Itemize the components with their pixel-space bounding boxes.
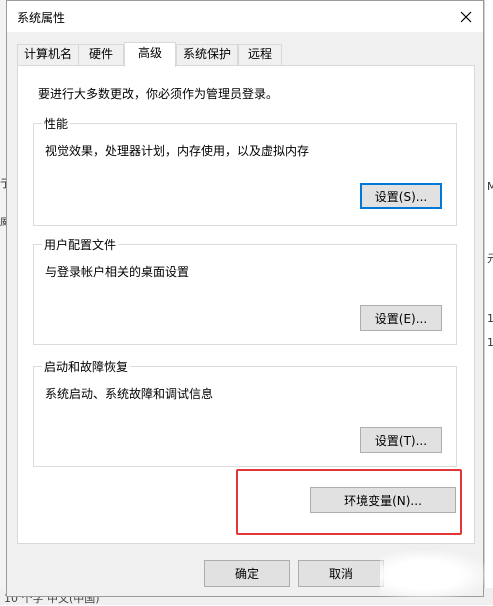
- user-profiles-description: 与登录帐户相关的桌面设置: [45, 265, 190, 279]
- environment-variables-button[interactable]: 环境变量(N)...: [310, 487, 456, 513]
- performance-description: 视觉效果，处理器计划，内存使用，以及虚拟内存: [45, 144, 310, 158]
- background-window-right-edge: [484, 0, 493, 605]
- performance-group: 性能 视觉效果，处理器计划，内存使用，以及虚拟内存 设置(S)...: [33, 115, 457, 226]
- tab-computer-name[interactable]: 计算机名: [17, 44, 79, 65]
- background-text: 14: [487, 312, 493, 325]
- close-icon: [460, 11, 472, 22]
- startup-recovery-group: 启动和故障恢复 系统启动、系统故障和调试信息 设置(T)...: [33, 358, 457, 467]
- startup-recovery-settings-button[interactable]: 设置(T)...: [360, 427, 442, 453]
- tab-remote[interactable]: 远程: [238, 44, 282, 65]
- close-button[interactable]: [449, 1, 483, 32]
- tab-hardware[interactable]: 硬件: [78, 44, 124, 65]
- performance-label: 性能: [42, 115, 71, 132]
- title-bar[interactable]: 系统属性: [7, 1, 483, 32]
- ok-button[interactable]: 确定: [204, 560, 290, 587]
- dialog-title: 系统属性: [17, 11, 66, 25]
- cancel-button[interactable]: 取消: [298, 560, 384, 587]
- advanced-tab-panel: 要进行大多数更改，你必须作为管理员登录。 性能 视觉效果，处理器计划，内存使用，…: [17, 65, 475, 544]
- user-profiles-settings-button[interactable]: 设置(E)...: [360, 305, 442, 331]
- background-text: 14: [487, 336, 493, 349]
- performance-settings-button[interactable]: 设置(S)...: [360, 183, 442, 209]
- background-text: 元: [487, 252, 493, 265]
- startup-recovery-description: 系统启动、系统故障和调试信息: [45, 387, 214, 401]
- user-profiles-label: 用户配置文件: [42, 236, 119, 253]
- user-profiles-group: 用户配置文件 与登录帐户相关的桌面设置 设置(E)...: [33, 236, 457, 345]
- tab-system-protection[interactable]: 系统保护: [176, 44, 238, 65]
- system-properties-dialog: 系统属性 计算机名 硬件 高级 系统保护 远程 要进行大多数更改，你必须作为管理…: [6, 0, 484, 597]
- tab-advanced[interactable]: 高级: [124, 42, 176, 67]
- startup-recovery-label: 启动和故障恢复: [42, 358, 131, 375]
- background-text: M: [487, 180, 493, 193]
- admin-notice: 要进行大多数更改，你必须作为管理员登录。: [38, 87, 279, 101]
